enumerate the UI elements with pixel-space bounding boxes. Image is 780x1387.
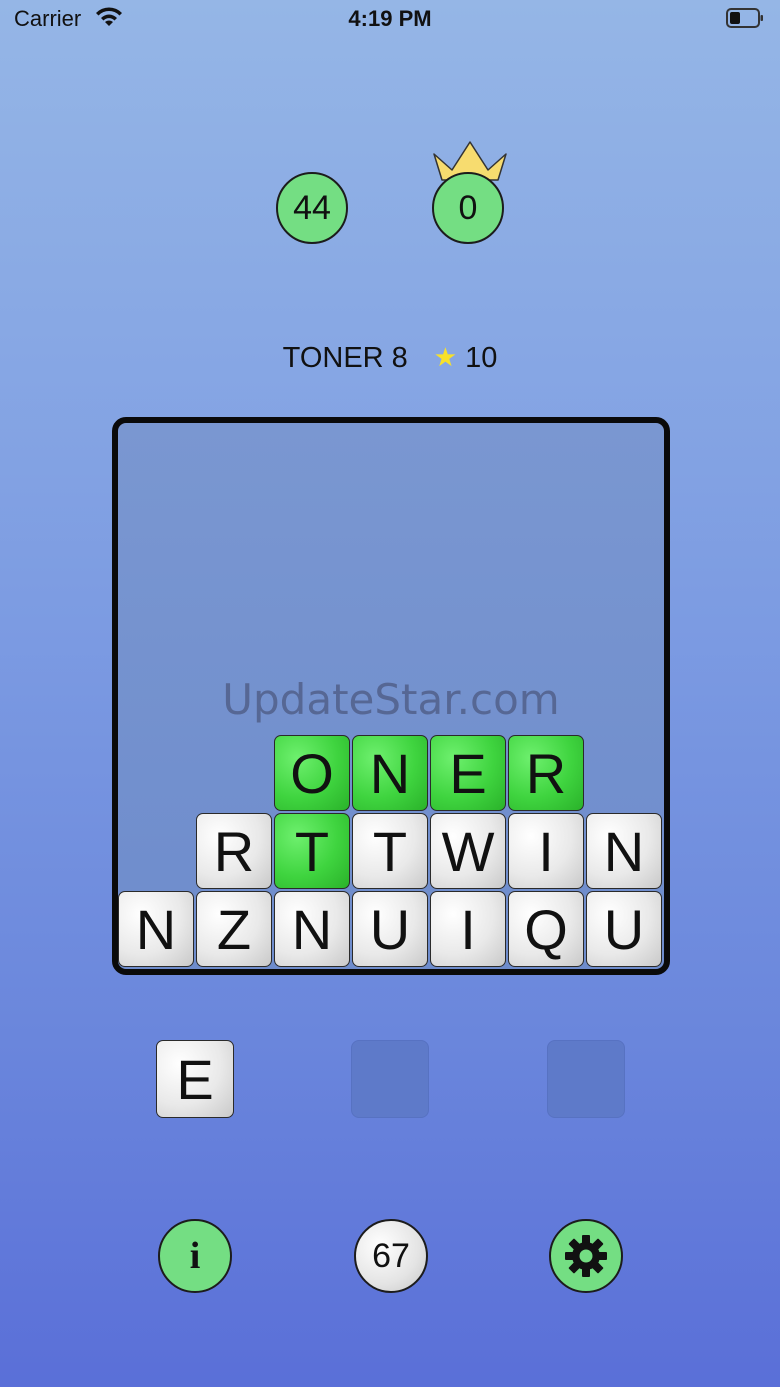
- remaining-tiles-button[interactable]: 67: [354, 1219, 428, 1293]
- board-tile[interactable]: N: [274, 891, 350, 967]
- current-score-value: 44: [293, 188, 331, 227]
- info-icon: i: [189, 1235, 201, 1277]
- board-tile[interactable]: T: [274, 813, 350, 889]
- next-tile[interactable]: E: [156, 1040, 234, 1118]
- settings-button[interactable]: [549, 1219, 623, 1293]
- game-board[interactable]: UpdateStar.com O N E R R T T W I N N Z N…: [112, 417, 670, 975]
- board-tile[interactable]: T: [352, 813, 428, 889]
- current-score: 44: [276, 172, 348, 244]
- board-tile[interactable]: Q: [508, 891, 584, 967]
- board-tile[interactable]: N: [586, 813, 662, 889]
- board-tile[interactable]: U: [586, 891, 662, 967]
- empty-tile-slot: [351, 1040, 429, 1118]
- empty-tile-slot: [547, 1040, 625, 1118]
- board-tile[interactable]: R: [508, 735, 584, 811]
- star-icon: ★: [433, 342, 458, 372]
- board-tile[interactable]: N: [118, 891, 194, 967]
- board-tile[interactable]: W: [430, 813, 506, 889]
- watermark: UpdateStar.com: [222, 675, 560, 724]
- board-tile[interactable]: N: [352, 735, 428, 811]
- best-score-value: 0: [458, 188, 478, 227]
- star-points: 10: [465, 342, 498, 374]
- status-bar: Carrier 4:19 PM: [0, 0, 780, 40]
- current-word-info: TONER 8 ★ 10: [0, 342, 780, 375]
- battery-icon: [726, 8, 763, 28]
- gear-icon: [565, 1235, 607, 1277]
- board-tile[interactable]: I: [508, 813, 584, 889]
- board-tile[interactable]: U: [352, 891, 428, 967]
- board-tile[interactable]: O: [274, 735, 350, 811]
- remaining-tiles-count: 67: [372, 1236, 410, 1275]
- board-tile[interactable]: R: [196, 813, 272, 889]
- board-tile[interactable]: Z: [196, 891, 272, 967]
- board-tile[interactable]: E: [430, 735, 506, 811]
- clock: 4:19 PM: [348, 6, 432, 31]
- info-button[interactable]: i: [158, 1219, 232, 1293]
- board-tile[interactable]: I: [430, 891, 506, 967]
- best-score: 0: [432, 172, 504, 244]
- current-word: TONER 8: [282, 342, 408, 374]
